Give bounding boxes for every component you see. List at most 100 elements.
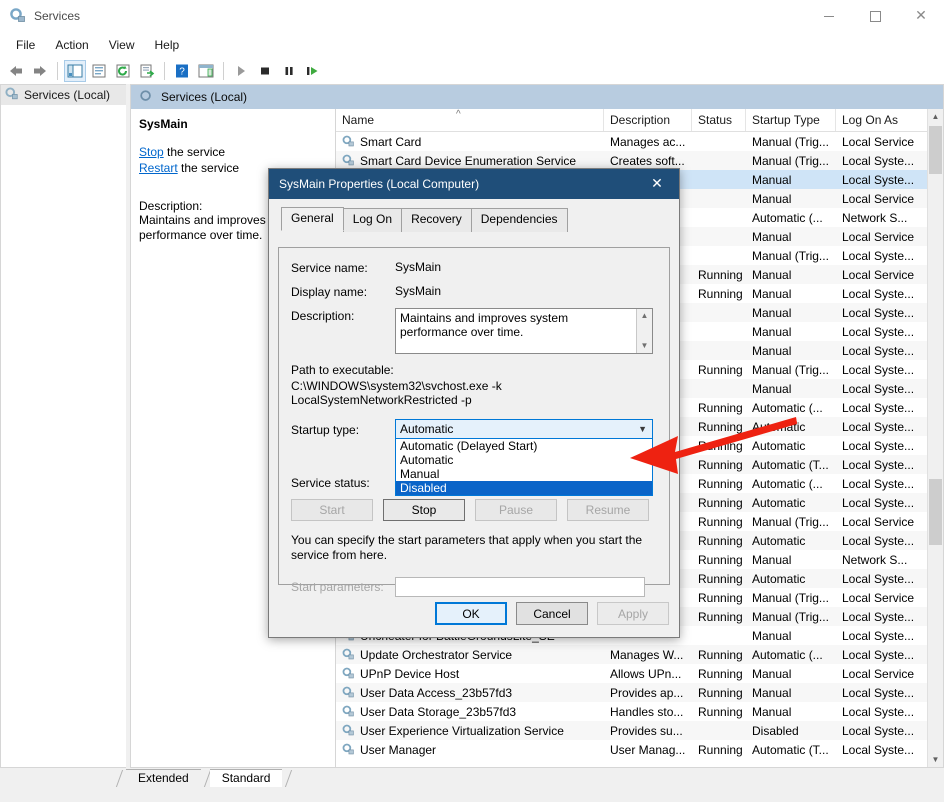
table-row[interactable]: User Manager User Manag... Running Automati… (336, 740, 943, 759)
cell-status: Running (698, 476, 743, 491)
cell-log-on-as: Local Syste... (842, 685, 915, 700)
cancel-button[interactable]: Cancel (516, 602, 588, 625)
scrollbar-thumb-top[interactable] (929, 126, 942, 174)
table-row[interactable]: Update Orchestrator Service Manages W... R… (336, 645, 943, 664)
cell-log-on-as: Local Syste... (842, 343, 915, 358)
scroll-up-icon[interactable]: ▲ (928, 109, 943, 124)
cell-startup-type: Automatic (... (752, 647, 823, 662)
startup-type-option-automatic-delayed-start[interactable]: Automatic (Delayed Start) (396, 439, 652, 453)
column-header-description[interactable]: Description (604, 109, 692, 131)
forward-button[interactable] (29, 60, 51, 82)
cell-description: User Manag... (610, 742, 686, 757)
cell-log-on-as: Local Syste... (842, 362, 915, 377)
refresh-button[interactable] (112, 60, 134, 82)
start-service-button[interactable] (230, 60, 252, 82)
close-button[interactable]: ✕ (898, 0, 944, 32)
title-bar: Services ✕ (0, 0, 944, 33)
display-name-label: Display name: (291, 285, 368, 299)
table-row[interactable]: User Data Access_23b57fd3 Provides ap... R… (336, 683, 943, 702)
cell-startup-type: Manual (752, 305, 792, 320)
cell-name: User Data Access_23b57fd3 (336, 686, 604, 700)
scroll-down-icon[interactable]: ▼ (928, 752, 943, 767)
export-list-button[interactable] (136, 60, 158, 82)
cell-startup-type: Automatic (752, 495, 806, 510)
cell-log-on-as: Local Syste... (842, 438, 915, 453)
column-header-status[interactable]: Status (692, 109, 746, 131)
startup-type-option-manual[interactable]: Manual (396, 467, 652, 481)
cell-status: Running (698, 742, 743, 757)
tab-extended[interactable]: Extended (115, 769, 211, 787)
apply-button[interactable]: Apply (597, 602, 669, 625)
stop-service-button[interactable]: Stop (383, 499, 465, 521)
cell-log-on-as: Network S... (842, 552, 908, 567)
cell-description: Handles sto... (610, 704, 684, 719)
cell-log-on-as: Local Syste... (842, 286, 915, 301)
restart-service-button[interactable] (302, 60, 324, 82)
table-row[interactable]: User Data Storage_23b57fd3 Handles sto...… (336, 702, 943, 721)
startup-type-combobox[interactable]: Automatic ▼ (395, 419, 653, 439)
service-icon (342, 648, 355, 661)
description-scrollbar[interactable]: ▲ ▼ (636, 309, 652, 353)
scrollbar-thumb[interactable] (929, 479, 942, 545)
startup-type-option-automatic[interactable]: Automatic (396, 453, 652, 467)
back-button[interactable] (5, 60, 27, 82)
menu-file[interactable]: File (6, 35, 45, 55)
menu-action[interactable]: Action (45, 35, 98, 55)
stop-service-button[interactable] (254, 60, 276, 82)
cell-status: Running (698, 704, 743, 719)
dialog-tab-dependencies[interactable]: Dependencies (470, 208, 568, 232)
table-row[interactable]: UPnP Device Host Allows UPn... Running Manu… (336, 664, 943, 683)
stop-service-row: Stop the service (139, 145, 327, 159)
cell-status: Running (698, 362, 743, 377)
column-header-log-on-as[interactable]: Log On As (836, 109, 918, 131)
ok-button[interactable]: OK (435, 602, 507, 625)
menu-bar: File Action View Help (0, 33, 944, 58)
dialog-close-button[interactable]: ✕ (635, 169, 679, 199)
pane-header: Services (Local) (131, 85, 943, 109)
show-hide-console-tree-button[interactable] (64, 60, 86, 82)
cell-startup-type: Manual (752, 666, 792, 681)
minimize-button[interactable] (806, 0, 852, 32)
service-icon (342, 705, 355, 718)
cell-log-on-as: Local Syste... (842, 324, 915, 339)
stop-service-link[interactable]: Stop (139, 145, 164, 159)
menu-view[interactable]: View (99, 35, 145, 55)
startup-type-option-disabled[interactable]: Disabled (396, 481, 652, 495)
table-row[interactable]: Smart Card Manages ac... Manual (Trig... Lo… (336, 132, 943, 151)
cell-status: Running (698, 457, 743, 472)
column-header-name[interactable]: Name ^ (336, 109, 604, 131)
scroll-down-icon[interactable]: ▼ (637, 339, 652, 353)
cell-log-on-as: Local Syste... (842, 381, 915, 396)
cell-log-on-as: Local Service (842, 134, 915, 149)
tab-standard[interactable]: Standard (209, 769, 293, 787)
maximize-button[interactable] (852, 0, 898, 32)
dialog-tab-recovery[interactable]: Recovery (401, 208, 472, 232)
restart-service-link[interactable]: Restart (139, 161, 178, 175)
start-parameters-help-text: You can specify the start parameters tha… (291, 533, 643, 562)
help-button[interactable]: ? (171, 60, 193, 82)
description-textarea[interactable]: Maintains and improves system performanc… (395, 308, 653, 354)
startup-type-option-list[interactable]: Automatic (Delayed Start) Automatic Manual… (395, 439, 653, 496)
dialog-title: SysMain Properties (Local Computer) (279, 177, 480, 191)
display-name-value: SysMain (395, 284, 442, 298)
menu-help[interactable]: Help (145, 35, 190, 55)
list-vertical-scrollbar[interactable]: ▲ ▼ (927, 109, 943, 767)
tree-item-services-local[interactable]: Services (Local) (1, 85, 126, 105)
dialog-tab-general[interactable]: General (281, 207, 344, 231)
dialog-tab-log-on[interactable]: Log On (342, 208, 403, 232)
service-icon (342, 743, 355, 756)
cell-name: UPnP Device Host (336, 667, 604, 681)
pause-service-button[interactable] (278, 60, 300, 82)
cell-log-on-as: Local Syste... (842, 628, 915, 643)
show-hide-action-pane-button[interactable] (195, 60, 217, 82)
table-row[interactable]: User Experience Virtualization Service Pr… (336, 721, 943, 740)
cell-status: Running (698, 400, 743, 415)
column-header-startup-type[interactable]: Startup Type (746, 109, 836, 131)
minimize-icon (824, 15, 834, 17)
properties-button[interactable] (88, 60, 110, 82)
tab-edge-right (277, 770, 293, 787)
scroll-up-icon[interactable]: ▲ (637, 309, 652, 323)
path-to-executable-value: C:\WINDOWS\system32\svchost.exe -k Local… (291, 379, 502, 407)
start-parameters-input[interactable] (395, 577, 645, 597)
cell-startup-type: Manual (Trig... (752, 514, 829, 529)
